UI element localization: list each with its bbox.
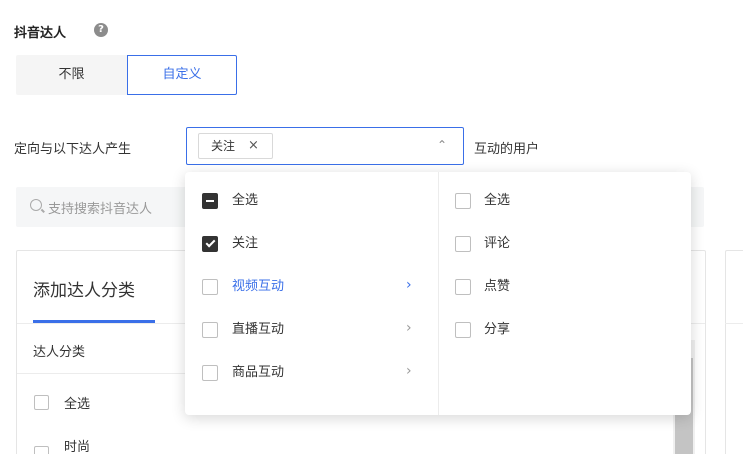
dropdown-item-label[interactable]: 视频互动 <box>232 276 284 298</box>
dropdown-item-label[interactable]: 全选 <box>232 190 258 212</box>
search-placeholder: 支持搜索抖音达人 <box>48 202 153 217</box>
column-header: 达人分类 <box>33 345 86 360</box>
chevron-right-icon[interactable]: › <box>406 277 412 293</box>
dropdown-item-label[interactable]: 直播互动 <box>232 319 284 341</box>
submenu-comment-checkbox[interactable] <box>455 236 471 252</box>
chevron-right-icon[interactable]: › <box>406 320 412 336</box>
target-prefix-label: 定向与以下达人产生 <box>14 142 132 157</box>
submenu-select-all-checkbox[interactable] <box>455 193 471 209</box>
chevron-up-icon[interactable]: ⌃ <box>437 138 447 152</box>
dropdown-video-interaction-checkbox[interactable] <box>202 279 218 295</box>
target-suffix-label: 互动的用户 <box>474 142 540 157</box>
submenu-item-label[interactable]: 点赞 <box>484 276 510 298</box>
submenu-item-label[interactable]: 分享 <box>484 319 510 341</box>
submenu-share-checkbox[interactable] <box>455 322 471 338</box>
dropdown-product-interaction-checkbox[interactable] <box>202 365 218 381</box>
chevron-right-icon[interactable]: › <box>406 363 412 379</box>
category-item-label: 时尚 <box>64 440 91 454</box>
segment-custom[interactable]: 自定义 <box>127 55 237 95</box>
dropdown-select-all-checkbox[interactable] <box>202 193 218 209</box>
dropdown-item-label[interactable]: 关注 <box>232 233 258 255</box>
segment-unlimited[interactable]: 不限 <box>16 55 127 95</box>
category-item-label: 全选 <box>64 397 91 412</box>
tab-add-category[interactable]: 添加达人分类 <box>33 276 135 301</box>
question-circle-icon[interactable]: ? <box>94 23 108 37</box>
dropdown-follow-checkbox[interactable] <box>202 236 218 252</box>
dropdown-column-divider <box>438 172 439 415</box>
selected-panel <box>725 250 743 454</box>
submenu-like-checkbox[interactable] <box>455 279 471 295</box>
search-icon <box>30 199 42 211</box>
submenu-item-label[interactable]: 全选 <box>484 190 510 212</box>
divider <box>725 323 743 324</box>
submenu-item-label[interactable]: 评论 <box>484 233 510 255</box>
dropdown-item-label[interactable]: 商品互动 <box>232 362 284 384</box>
tag-close-icon[interactable]: × <box>248 133 259 159</box>
category-fashion-checkbox[interactable] <box>34 446 49 454</box>
section-title: 抖音达人 <box>14 26 67 41</box>
category-select-all-checkbox[interactable] <box>34 395 49 410</box>
selected-tag-chip: 关注 <box>198 133 273 159</box>
dropdown-live-interaction-checkbox[interactable] <box>202 322 218 338</box>
